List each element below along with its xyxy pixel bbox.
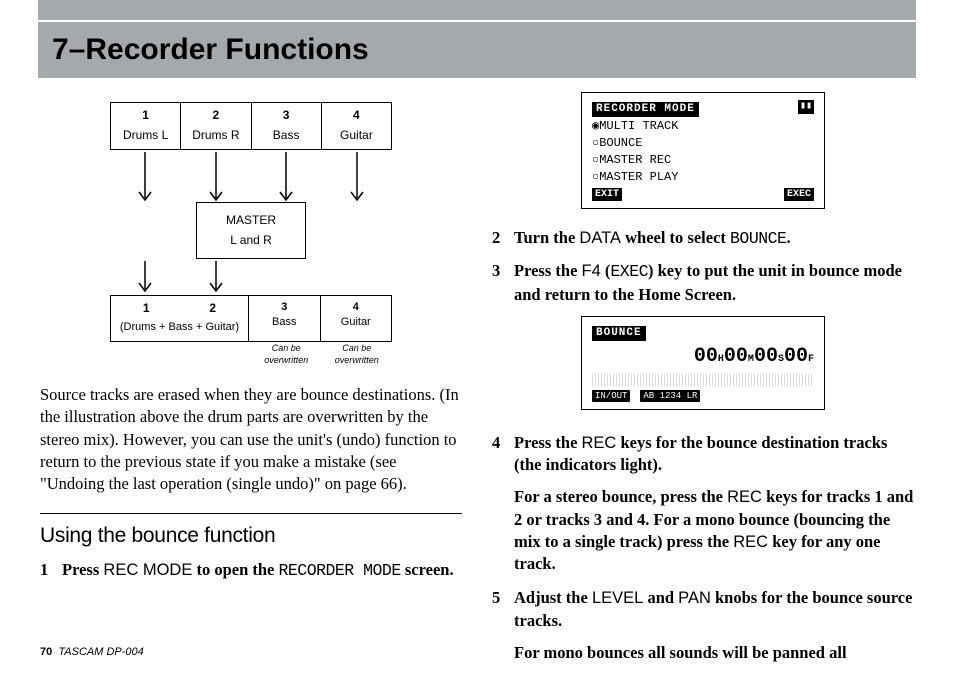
lcd-exec: EXEC xyxy=(784,188,814,202)
track-cell: 4Guitar xyxy=(322,103,391,149)
step-5-detail: For mono bounces all sounds will be pann… xyxy=(514,642,914,664)
top-accent-bar xyxy=(38,0,916,20)
body-paragraph: Source tracks are erased when they are b… xyxy=(40,384,462,495)
step-3: 3 Press the F4 (EXEC) key to put the uni… xyxy=(492,260,914,306)
footer-text: TASCAM DP-004 xyxy=(58,646,143,658)
step-2: 2 Turn the DATA wheel to select BOUNCE. xyxy=(492,227,914,250)
lcd-recorder-mode: RECORDER MODE ▮▮ ◉MULTI TRACK ○BOUNCE ○MA… xyxy=(581,92,825,209)
lcd-option: ◉MULTI TRACK xyxy=(592,118,814,134)
arrow-down-icon xyxy=(136,150,154,208)
diagram-source-tracks: 1Drums L 2Drums R 3Bass 4Guitar xyxy=(110,102,392,150)
overwrite-note-row: Can be overwritten Can be overwritten xyxy=(110,342,392,366)
lcd-title: RECORDER MODE xyxy=(592,102,699,117)
step-4-detail: For a stereo bounce, press the REC keys … xyxy=(514,486,914,575)
step-4: 4 Press the REC keys for the bounce dest… xyxy=(492,432,914,477)
track-cell: 1Drums L xyxy=(111,103,181,149)
track-cell: 3Bass xyxy=(252,103,322,149)
right-column: RECORDER MODE ▮▮ ◉MULTI TRACK ○BOUNCE ○MA… xyxy=(492,92,914,630)
divider xyxy=(40,513,462,514)
title-bar: 7–Recorder Functions xyxy=(38,22,916,78)
overwrite-note: Can be overwritten xyxy=(322,342,393,366)
chapter-title: 7–Recorder Functions xyxy=(52,33,369,67)
arrows-down-1 xyxy=(110,150,392,208)
step-1: 1 Press REC MODE to open the RECORDER MO… xyxy=(40,559,462,582)
arrow-down-icon xyxy=(207,150,225,208)
left-column: 1Drums L 2Drums R 3Bass 4Guitar MASTER L… xyxy=(40,92,462,630)
diagram-master-box: MASTER L and R xyxy=(196,202,306,258)
dest-cell: 4Guitar xyxy=(321,296,392,341)
lcd-option: ○MASTER REC xyxy=(592,152,814,168)
arrow-down-icon xyxy=(348,150,366,208)
page-number: 70 xyxy=(40,646,52,658)
lcd-meter-bars xyxy=(592,374,814,386)
arrows-down-2 xyxy=(110,259,392,299)
lcd-footer: IN/OUT AB 1234 LR xyxy=(592,390,814,402)
lcd-bounce: BOUNCE 00H00M00S00F IN/OUT AB 1234 LR xyxy=(581,316,825,410)
lcd-option: ○BOUNCE xyxy=(592,135,814,151)
lcd-title: BOUNCE xyxy=(592,326,646,341)
lcd-option: ○MASTER PLAY xyxy=(592,169,814,185)
dest-cell-12: 12 (Drums + Bass + Guitar) xyxy=(111,296,249,341)
lcd-exit: EXIT xyxy=(592,188,622,202)
arrow-down-icon xyxy=(277,150,295,208)
page-footer: 70 TASCAM DP-004 xyxy=(40,646,144,658)
arrow-down-icon xyxy=(207,259,225,299)
lcd-footer: EXIT EXEC xyxy=(592,188,814,202)
overwrite-note: Can be overwritten xyxy=(251,342,322,366)
step-5: 5 Adjust the LEVEL and PAN knobs for the… xyxy=(492,587,914,632)
arrow-down-icon xyxy=(136,259,154,299)
battery-icon: ▮▮ xyxy=(798,100,814,114)
track-cell: 2Drums R xyxy=(181,103,251,149)
lcd-timecode: 00H00M00S00F xyxy=(592,343,814,370)
dest-cell: 3Bass xyxy=(249,296,321,341)
diagram-dest-tracks: 12 (Drums + Bass + Guitar) 3Bass 4Guitar xyxy=(110,295,392,342)
section-heading: Using the bounce function xyxy=(40,522,462,550)
content-columns: 1Drums L 2Drums R 3Bass 4Guitar MASTER L… xyxy=(40,92,914,630)
